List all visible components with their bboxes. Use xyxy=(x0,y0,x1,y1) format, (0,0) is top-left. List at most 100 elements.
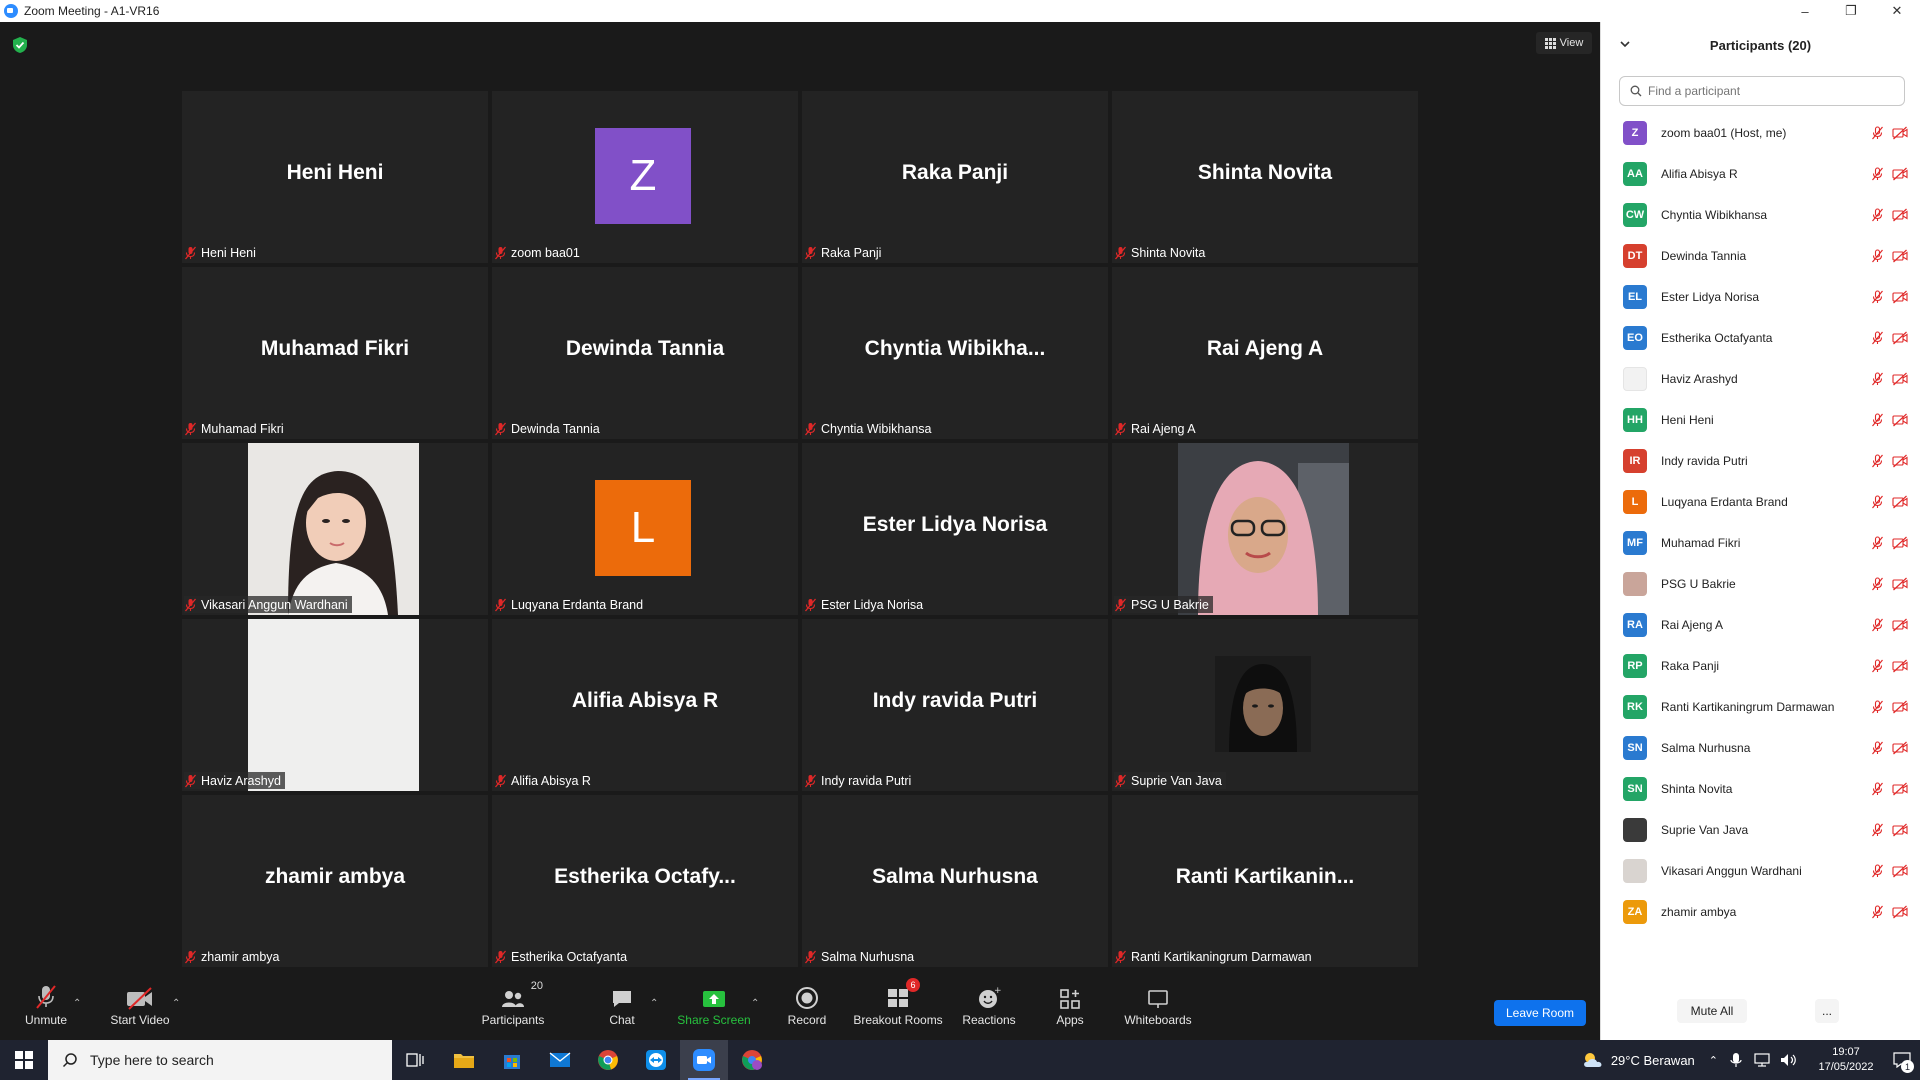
chrome-profile-button[interactable] xyxy=(728,1040,776,1080)
reactions-button[interactable]: + Reactions xyxy=(960,980,1018,1040)
video-off-icon[interactable] xyxy=(1892,454,1908,468)
video-off-icon[interactable] xyxy=(1892,167,1908,181)
chat-button[interactable]: Chat xyxy=(600,980,644,1040)
teamviewer-button[interactable] xyxy=(632,1040,680,1080)
tray-microphone-icon[interactable] xyxy=(1730,1052,1742,1068)
video-off-icon[interactable] xyxy=(1892,823,1908,837)
participant-video-tile[interactable]: Muhamad Fikri Muhamad Fikri xyxy=(182,267,488,439)
mic-off-icon[interactable] xyxy=(1871,249,1884,263)
participant-video-tile[interactable]: Shinta Novita Shinta Novita xyxy=(1112,91,1418,263)
participant-video-tile[interactable]: Estherika Octafy... Estherika Octafyanta xyxy=(492,795,798,967)
video-off-icon[interactable] xyxy=(1892,782,1908,796)
participant-video-tile[interactable]: Ester Lidya Norisa Ester Lidya Norisa xyxy=(802,443,1108,615)
participant-list-item[interactable]: RP Raka Panji xyxy=(1601,645,1920,686)
whiteboards-button[interactable]: Whiteboards xyxy=(1120,980,1196,1040)
participant-list-item[interactable]: EO Estherika Octafyanta xyxy=(1601,317,1920,358)
video-off-icon[interactable] xyxy=(1892,495,1908,509)
participant-video-tile[interactable]: Heni Heni Heni Heni xyxy=(182,91,488,263)
mic-off-icon[interactable] xyxy=(1871,741,1884,755)
video-off-icon[interactable] xyxy=(1892,905,1908,919)
taskbar-clock[interactable]: 19:07 17/05/2022 xyxy=(1808,1045,1884,1075)
chat-options-caret-icon[interactable]: ⌃ xyxy=(650,998,658,1009)
chrome-button[interactable] xyxy=(584,1040,632,1080)
taskbar-search-box[interactable]: Type here to search xyxy=(48,1040,392,1080)
notifications-button[interactable]: 1 xyxy=(1884,1040,1920,1080)
mic-off-icon[interactable] xyxy=(1871,618,1884,632)
participants-button[interactable]: 20 Participants xyxy=(478,980,548,1040)
show-hidden-icons-icon[interactable]: ⌃ xyxy=(1709,1054,1718,1067)
mic-off-icon[interactable] xyxy=(1871,454,1884,468)
participant-list-item[interactable]: SN Salma Nurhusna xyxy=(1601,727,1920,768)
weather-icon[interactable] xyxy=(1581,1050,1605,1070)
mic-off-icon[interactable] xyxy=(1871,331,1884,345)
mic-off-icon[interactable] xyxy=(1871,413,1884,427)
unmute-button[interactable]: Unmute xyxy=(18,980,74,1040)
close-button[interactable]: ✕ xyxy=(1874,0,1920,22)
participant-list-item[interactable]: Zzoom baa01 (Host, me) xyxy=(1601,112,1920,153)
microsoft-store-button[interactable] xyxy=(488,1040,536,1080)
participant-list-item[interactable]: SN Shinta Novita xyxy=(1601,768,1920,809)
mic-off-icon[interactable] xyxy=(1871,782,1884,796)
mic-off-icon[interactable] xyxy=(1871,659,1884,673)
participant-list-item[interactable]: IR Indy ravida Putri xyxy=(1601,440,1920,481)
participant-list-item[interactable]: DT Dewinda Tannia xyxy=(1601,235,1920,276)
mic-off-icon[interactable] xyxy=(1871,700,1884,714)
participant-video-tile[interactable]: Indy ravida Putri Indy ravida Putri xyxy=(802,619,1108,791)
maximize-button[interactable]: ❐ xyxy=(1828,0,1874,22)
participant-list-item[interactable]: L Luqyana Erdanta Brand xyxy=(1601,481,1920,522)
audio-options-caret-icon[interactable]: ⌃ xyxy=(73,998,81,1009)
mic-off-icon[interactable] xyxy=(1871,372,1884,386)
video-off-icon[interactable] xyxy=(1892,249,1908,263)
participant-list-item[interactable]: RA Rai Ajeng A xyxy=(1601,604,1920,645)
participant-video-tile[interactable]: Rai Ajeng A Rai Ajeng A xyxy=(1112,267,1418,439)
participant-video-tile[interactable]: Suprie Van Java xyxy=(1112,619,1418,791)
zoom-taskbar-button[interactable] xyxy=(680,1040,728,1080)
video-off-icon[interactable] xyxy=(1892,331,1908,345)
participant-list-item[interactable]: Vikasari Anggun Wardhani xyxy=(1601,850,1920,891)
video-off-icon[interactable] xyxy=(1892,372,1908,386)
weather-text[interactable]: 29°C Berawan xyxy=(1611,1053,1695,1068)
participant-video-tile[interactable]: Alifia Abisya R Alifia Abisya R xyxy=(492,619,798,791)
video-off-icon[interactable] xyxy=(1892,126,1908,140)
participant-list-item[interactable]: Suprie Van Java xyxy=(1601,809,1920,850)
participant-video-tile[interactable]: Dewinda Tannia Dewinda Tannia xyxy=(492,267,798,439)
start-button[interactable] xyxy=(0,1040,48,1080)
share-options-caret-icon[interactable]: ⌃ xyxy=(751,998,759,1009)
participant-video-tile[interactable]: Salma Nurhusna Salma Nurhusna xyxy=(802,795,1108,967)
mic-off-icon[interactable] xyxy=(1871,290,1884,304)
participant-search-box[interactable] xyxy=(1619,76,1905,106)
view-button[interactable]: View xyxy=(1536,32,1592,54)
volume-icon[interactable] xyxy=(1780,1053,1798,1067)
video-options-caret-icon[interactable]: ⌃ xyxy=(172,998,180,1009)
video-off-icon[interactable] xyxy=(1892,577,1908,591)
mic-off-icon[interactable] xyxy=(1871,208,1884,222)
participant-list-item[interactable]: EL Ester Lidya Norisa xyxy=(1601,276,1920,317)
more-options-button[interactable]: ... xyxy=(1815,999,1839,1023)
minimize-button[interactable]: – xyxy=(1782,0,1828,22)
video-off-icon[interactable] xyxy=(1892,700,1908,714)
participant-video-tile[interactable]: Ranti Kartikanin... Ranti Kartikaningrum … xyxy=(1112,795,1418,967)
video-off-icon[interactable] xyxy=(1892,536,1908,550)
apps-button[interactable]: Apps xyxy=(1052,980,1088,1040)
breakout-rooms-button[interactable]: 6 Breakout Rooms xyxy=(852,978,944,1040)
mic-off-icon[interactable] xyxy=(1871,167,1884,181)
mic-off-icon[interactable] xyxy=(1871,905,1884,919)
participant-list-item[interactable]: Haviz Arashyd xyxy=(1601,358,1920,399)
mic-off-icon[interactable] xyxy=(1871,536,1884,550)
video-off-icon[interactable] xyxy=(1892,290,1908,304)
participant-video-tile[interactable]: L Luqyana Erdanta Brand xyxy=(492,443,798,615)
participant-video-tile[interactable]: Vikasari Anggun Wardhani xyxy=(182,443,488,615)
video-off-icon[interactable] xyxy=(1892,618,1908,632)
participant-video-tile[interactable]: Zzoom baa01 xyxy=(492,91,798,263)
participant-video-tile[interactable]: zhamir ambya zhamir ambya xyxy=(182,795,488,967)
mute-all-button[interactable]: Mute All xyxy=(1677,999,1747,1023)
mic-off-icon[interactable] xyxy=(1871,864,1884,878)
video-off-icon[interactable] xyxy=(1892,413,1908,427)
share-screen-button[interactable]: Share Screen xyxy=(676,980,752,1040)
participant-list-item[interactable]: MF Muhamad Fikri xyxy=(1601,522,1920,563)
participant-video-tile[interactable]: Haviz Arashyd xyxy=(182,619,488,791)
participant-video-tile[interactable]: Chyntia Wibikha... Chyntia Wibikhansa xyxy=(802,267,1108,439)
mic-off-icon[interactable] xyxy=(1871,126,1884,140)
file-explorer-button[interactable] xyxy=(440,1040,488,1080)
task-view-button[interactable] xyxy=(392,1040,440,1080)
